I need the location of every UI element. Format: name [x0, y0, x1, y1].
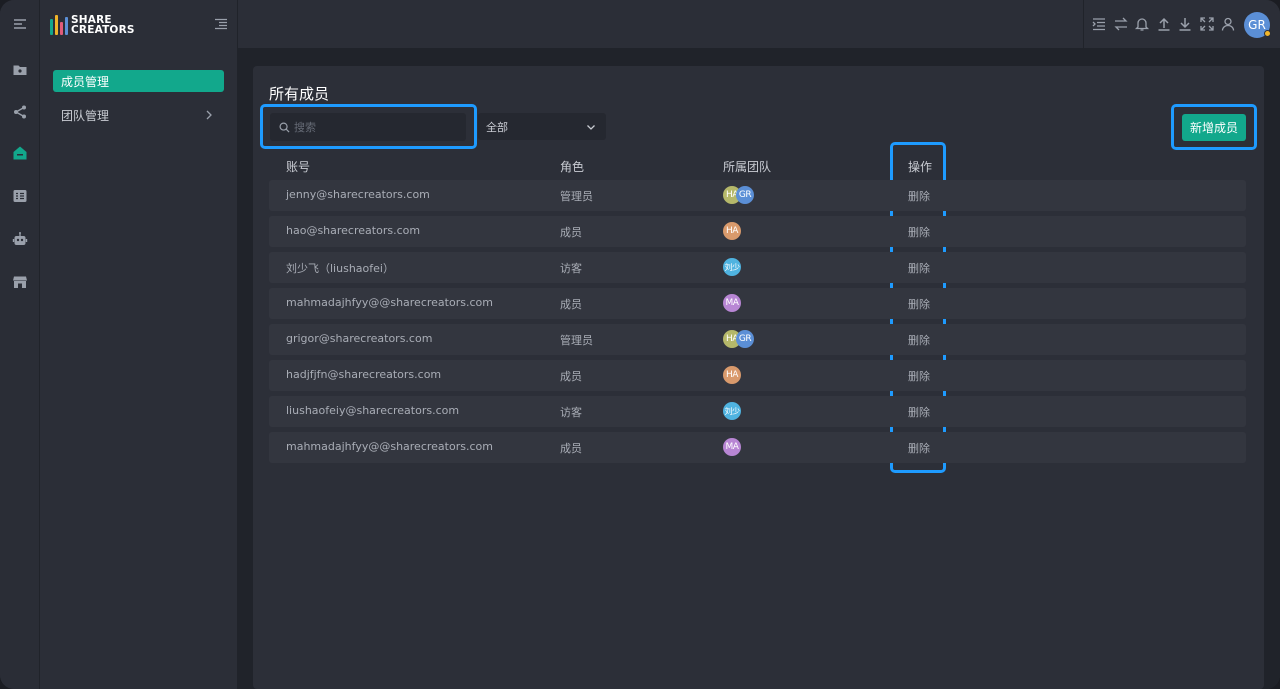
team-badge: GR [736, 330, 754, 348]
role-filter-value: 全部 [486, 120, 508, 134]
team-badge: GR [736, 186, 754, 204]
chevron-down-icon [585, 121, 597, 133]
column-header-role: 角色 [560, 160, 585, 174]
row-account: liushaofeiy@sharecreators.com [286, 404, 460, 417]
sidebar-item-members[interactable]: 成员管理 [53, 70, 224, 92]
team-badge: HA [723, 222, 741, 240]
app-window: SHARE CREATORS 成员管理 团队管理 GR 所有成员 搜索 全部 新… [0, 0, 1280, 689]
upload-icon[interactable] [1156, 16, 1172, 32]
page-title: 所有成员 [269, 85, 330, 103]
avatar-initials: GR [1248, 18, 1266, 32]
row-role: 成员 [560, 370, 582, 383]
table-row: grigor@sharecreators.com 管理员 HA GR 删除 [269, 324, 1246, 355]
delete-link[interactable]: 删除 [908, 296, 930, 312]
row-role: 成员 [560, 298, 582, 311]
row-account: hadjfjfn@sharecreators.com [286, 368, 442, 381]
indent-icon[interactable] [1091, 16, 1107, 32]
table-row: mahmadajhfyy@@sharecreators.com 成员 MA 删除 [269, 288, 1246, 319]
store-icon[interactable] [10, 272, 30, 292]
team-badge: HA [723, 366, 741, 384]
row-role: 访客 [560, 262, 582, 275]
row-account: grigor@sharecreators.com [286, 332, 433, 345]
row-role: 管理员 [560, 190, 593, 203]
team-badge: 刘少 [723, 402, 741, 420]
search-input[interactable] [294, 120, 454, 134]
table-row: jenny@sharecreators.com 管理员 HA GR 删除 [269, 180, 1246, 211]
share-icon[interactable] [10, 102, 30, 122]
column-header-action: 操作 [908, 160, 933, 174]
user-avatar[interactable]: GR [1244, 12, 1271, 38]
folder-icon[interactable] [10, 60, 30, 80]
table-row: mahmadajhfyy@@sharecreators.com 成员 MA 删除 [269, 432, 1246, 463]
row-account: 刘少飞（liushaofei） [286, 262, 394, 275]
team-badge: MA [723, 438, 741, 456]
bell-icon[interactable] [1134, 16, 1150, 32]
header-divider [1083, 0, 1084, 49]
row-account: hao@sharecreators.com [286, 224, 421, 237]
role-filter-select[interactable]: 全部 [478, 113, 606, 140]
user-icon[interactable] [1220, 16, 1236, 32]
row-role: 管理员 [560, 334, 593, 347]
logo-text: SHARE CREATORS [71, 14, 135, 36]
row-account: mahmadajhfyy@@sharecreators.com [286, 440, 493, 453]
column-header-account: 账号 [286, 160, 311, 174]
table-row: hadjfjfn@sharecreators.com 成员 HA 删除 [269, 360, 1246, 391]
row-role: 成员 [560, 226, 582, 239]
row-role: 成员 [560, 442, 582, 455]
delete-link[interactable]: 删除 [908, 332, 930, 348]
icon-rail [0, 0, 40, 689]
delete-link[interactable]: 删除 [908, 440, 930, 456]
search-field[interactable] [270, 113, 466, 141]
search-icon [279, 122, 290, 133]
row-role: 访客 [560, 406, 582, 419]
delete-link[interactable]: 删除 [908, 368, 930, 384]
menu-icon[interactable] [10, 14, 30, 34]
logo-mark-icon [50, 15, 68, 35]
chevron-right-icon [204, 109, 214, 121]
table-row: liushaofeiy@sharecreators.com 访客 刘少 删除 [269, 396, 1246, 427]
delete-link[interactable]: 删除 [908, 224, 930, 240]
row-account: jenny@sharecreators.com [286, 188, 430, 201]
logo: SHARE CREATORS [50, 14, 135, 36]
table-row: hao@sharecreators.com 成员 HA 删除 [269, 216, 1246, 247]
robot-icon[interactable] [10, 229, 30, 249]
sidebar-item-label: 成员管理 [61, 74, 110, 89]
delete-link[interactable]: 删除 [908, 404, 930, 420]
team-badge: MA [723, 294, 741, 312]
list-icon[interactable] [10, 186, 30, 206]
team-badge: 刘少 [723, 258, 741, 276]
table-row: 刘少飞（liushaofei） 访客 刘少 删除 [269, 252, 1246, 283]
header: GR [238, 0, 1280, 49]
fullscreen-icon[interactable] [1199, 16, 1215, 32]
add-member-button[interactable]: 新增成员 [1182, 114, 1246, 141]
status-dot [1264, 30, 1271, 37]
swap-icon[interactable] [1113, 16, 1129, 32]
row-account: mahmadajhfyy@@sharecreators.com [286, 296, 493, 309]
delete-link[interactable]: 删除 [908, 260, 930, 276]
delete-link[interactable]: 删除 [908, 188, 930, 204]
column-header-team: 所属团队 [723, 160, 772, 174]
sidebar-collapse-icon[interactable] [214, 17, 228, 31]
sidebar: SHARE CREATORS 成员管理 团队管理 [40, 0, 238, 689]
download-icon[interactable] [1177, 16, 1193, 32]
home-icon[interactable] [10, 143, 30, 163]
sidebar-item-teams[interactable]: 团队管理 [53, 104, 224, 126]
sidebar-item-label: 团队管理 [61, 108, 110, 123]
